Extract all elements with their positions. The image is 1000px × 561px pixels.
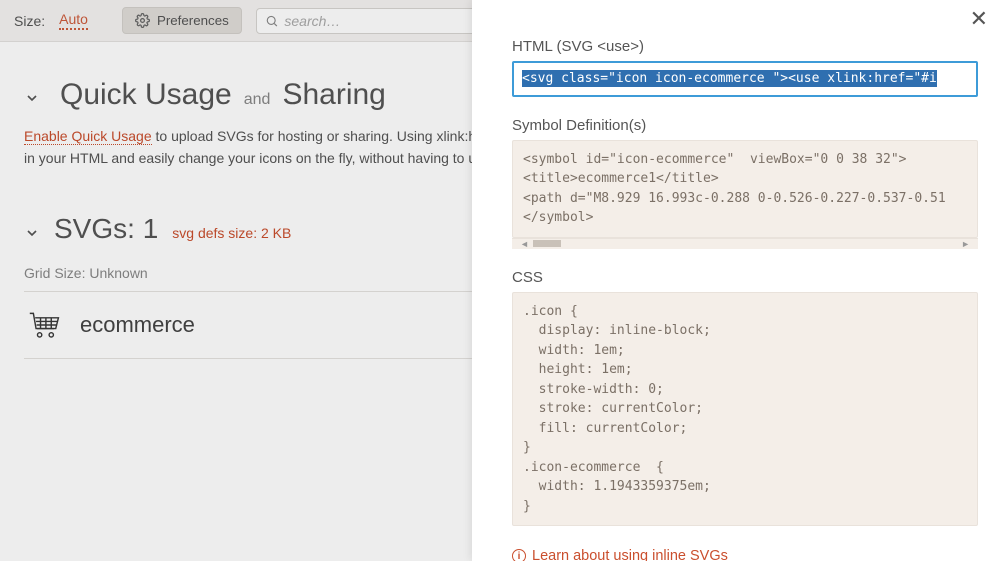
learn-link-text: Learn about using inline SVGs (532, 548, 728, 561)
scroll-right-icon[interactable]: ► (961, 239, 970, 249)
info-icon: i (512, 549, 526, 561)
code-panel: ✕ HTML (SVG <use>) <svg class="icon icon… (472, 0, 1000, 561)
code-css[interactable]: .icon { display: inline-block; width: 1e… (512, 292, 978, 527)
scroll-thumb[interactable] (533, 240, 561, 247)
code-symbol-definition[interactable]: <symbol id="icon-ecommerce" viewBox="0 0… (512, 140, 978, 238)
scroll-left-icon[interactable]: ◄ (520, 239, 529, 249)
close-icon[interactable]: ✕ (970, 8, 988, 30)
learn-inline-svgs-link[interactable]: i Learn about using inline SVGs (512, 548, 728, 561)
horizontal-scrollbar[interactable]: ◄ ► (512, 238, 978, 249)
code-html-use[interactable]: <svg class="icon icon-ecommerce "><use x… (512, 61, 978, 97)
panel-heading-css: CSS (512, 269, 978, 286)
panel-heading-symbol: Symbol Definition(s) (512, 117, 978, 134)
panel-heading-html: HTML (SVG <use>) (512, 38, 978, 55)
